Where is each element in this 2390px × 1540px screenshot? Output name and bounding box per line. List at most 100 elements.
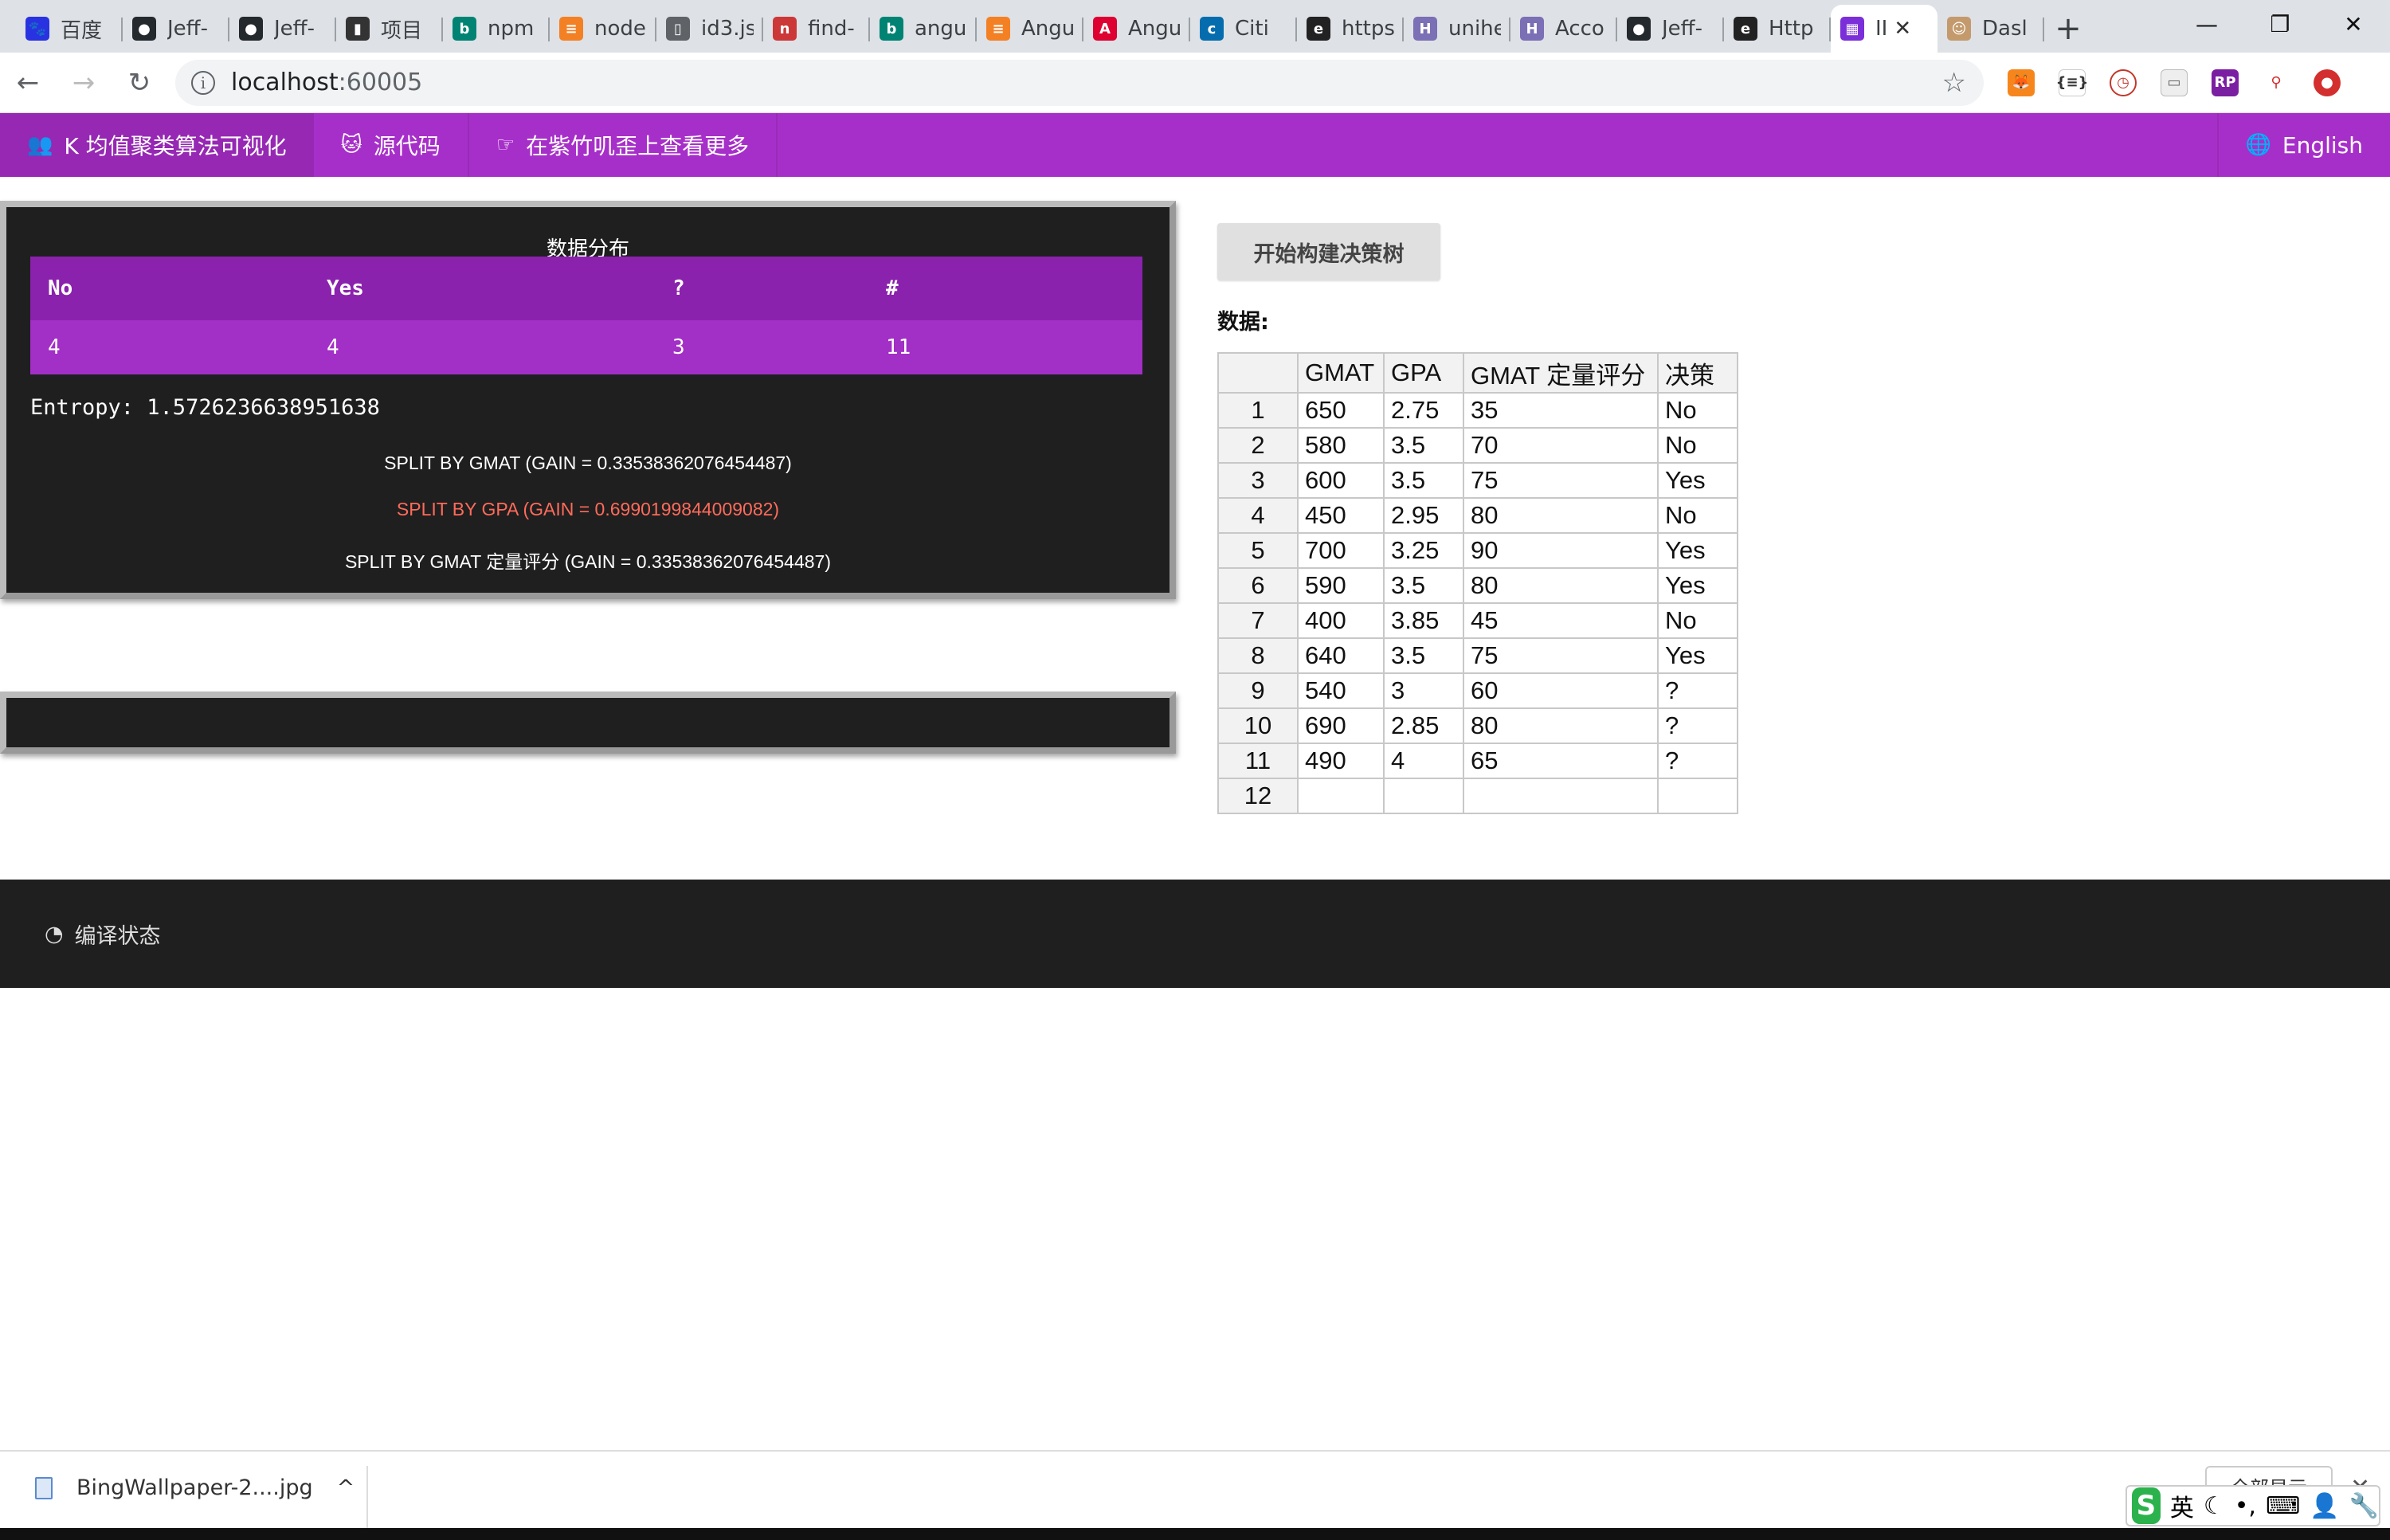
table-cell[interactable]: ? xyxy=(1657,743,1738,779)
split-gmat[interactable]: SPLIT BY GMAT (GAIN = 0.3353836207645448… xyxy=(6,453,1170,474)
reload-button[interactable]: ↻ xyxy=(112,59,167,107)
browser-tab[interactable]: b angu xyxy=(870,5,977,53)
table-cell[interactable]: 70 xyxy=(1463,427,1659,464)
ime-toolbar[interactable]: S 英 ☾ •, ⌨ 👤 🔧 xyxy=(2126,1485,2380,1526)
column-header[interactable]: 决策 xyxy=(1657,352,1738,394)
table-cell[interactable] xyxy=(1657,778,1738,814)
table-cell[interactable]: 690 xyxy=(1297,707,1385,744)
column-header[interactable] xyxy=(1217,352,1299,394)
browser-tab[interactable]: ▦ II ✕ xyxy=(1831,5,1937,53)
metamask-extension-icon[interactable]: 🦊 xyxy=(2008,69,2035,96)
table-cell[interactable]: 2.75 xyxy=(1383,392,1464,429)
table-cell[interactable]: 65 xyxy=(1463,743,1659,779)
table-cell[interactable]: 2.85 xyxy=(1383,707,1464,744)
table-cell[interactable]: 90 xyxy=(1463,532,1659,569)
clock-extension-icon[interactable]: ◷ xyxy=(2110,69,2137,96)
moon-icon[interactable]: ☾ xyxy=(2204,1492,2225,1520)
table-cell[interactable]: No xyxy=(1657,427,1738,464)
table-cell[interactable]: ? xyxy=(1657,707,1738,744)
table-cell[interactable]: 580 xyxy=(1297,427,1385,464)
punctuation-icon[interactable]: •, xyxy=(2235,1492,2256,1520)
table-cell[interactable] xyxy=(1297,778,1385,814)
table-cell[interactable]: 400 xyxy=(1297,602,1385,639)
table-cell[interactable]: Yes xyxy=(1657,637,1738,674)
ime-lang-label[interactable]: 英 xyxy=(2170,1488,2194,1523)
table-cell[interactable]: 3.5 xyxy=(1383,427,1464,464)
table-cell[interactable]: ? xyxy=(1657,672,1738,709)
table-cell[interactable]: 700 xyxy=(1297,532,1385,569)
table-cell[interactable]: No xyxy=(1657,497,1738,534)
pin-extension-icon[interactable]: ⚲ xyxy=(2263,69,2290,96)
table-cell[interactable]: 3.85 xyxy=(1383,602,1464,639)
browser-tab[interactable]: b npm xyxy=(443,5,550,53)
column-header[interactable]: GPA xyxy=(1383,352,1464,394)
split-gmat-quant[interactable]: SPLIT BY GMAT 定量评分 (GAIN = 0.33538362076… xyxy=(6,547,1170,574)
table-cell[interactable]: 3 xyxy=(1383,672,1464,709)
nav-source-link[interactable]: 🐱 源代码 xyxy=(314,113,469,177)
browser-tab[interactable]: c Citi xyxy=(1190,5,1297,53)
table-cell[interactable]: 75 xyxy=(1463,637,1659,674)
new-tab-button[interactable]: + xyxy=(2044,5,2092,53)
browser-tab[interactable]: n find- xyxy=(763,5,870,53)
bookmark-star-icon[interactable]: ☆ xyxy=(1942,67,1966,99)
wrench-icon[interactable]: 🔧 xyxy=(2349,1492,2379,1520)
table-cell[interactable]: 3.5 xyxy=(1383,637,1464,674)
table-cell[interactable]: 450 xyxy=(1297,497,1385,534)
browser-tab[interactable]: ▯ id3.js xyxy=(656,5,763,53)
restore-button[interactable]: ❐ xyxy=(2243,0,2317,48)
table-cell[interactable]: 4 xyxy=(1383,743,1464,779)
table-cell[interactable]: No xyxy=(1657,392,1738,429)
browser-tab[interactable]: A Angu xyxy=(1083,5,1190,53)
table-cell[interactable]: 640 xyxy=(1297,637,1385,674)
minimize-button[interactable]: — xyxy=(2170,0,2243,48)
column-header[interactable]: GMAT 定量评分 xyxy=(1463,352,1659,394)
table-cell[interactable] xyxy=(1383,778,1464,814)
table-cell[interactable]: 80 xyxy=(1463,567,1659,604)
browser-tab[interactable]: ● Jeff- xyxy=(123,5,229,53)
close-window-button[interactable]: ✕ xyxy=(2317,0,2390,48)
address-bar[interactable]: i localhost:60005 ☆ xyxy=(175,59,1984,106)
browser-tab[interactable]: H Acco xyxy=(1510,5,1617,53)
terminal-extension-icon[interactable]: ▭ xyxy=(2161,69,2188,96)
chevron-up-icon[interactable]: ^ xyxy=(337,1475,355,1500)
browser-tab[interactable]: e Http xyxy=(1724,5,1831,53)
table-cell[interactable]: 3.5 xyxy=(1383,462,1464,499)
table-cell[interactable]: 80 xyxy=(1463,707,1659,744)
nav-brand[interactable]: 👥 K 均值聚类算法可视化 xyxy=(0,113,314,177)
language-switch[interactable]: 🌐 English xyxy=(2216,113,2390,177)
table-cell[interactable] xyxy=(1463,778,1659,814)
site-info-icon[interactable]: i xyxy=(191,70,215,95)
table-cell[interactable]: 650 xyxy=(1297,392,1385,429)
browser-tab[interactable]: Hunihe xyxy=(1404,5,1510,53)
browser-tab[interactable]: ≡ node xyxy=(550,5,656,53)
browser-tab[interactable]: ▮ 项目 xyxy=(336,5,443,53)
table-cell[interactable]: No xyxy=(1657,602,1738,639)
table-cell[interactable]: Yes xyxy=(1657,567,1738,604)
user-icon[interactable]: 👤 xyxy=(2310,1492,2339,1520)
browser-tab[interactable]: 🐾 百度 xyxy=(16,5,123,53)
table-cell[interactable]: 80 xyxy=(1463,497,1659,534)
nav-more-link[interactable]: ☞ 在紫竹叽歪上查看更多 xyxy=(469,113,778,177)
browser-tab[interactable]: ● Jeff- xyxy=(229,5,336,53)
browser-tab[interactable]: ☺ Dasl xyxy=(1937,5,2044,53)
table-cell[interactable]: 600 xyxy=(1297,462,1385,499)
browser-tab[interactable]: ● Jeff- xyxy=(1617,5,1724,53)
json-extension-icon[interactable]: {≡} xyxy=(2056,69,2088,96)
split-gpa[interactable]: SPLIT BY GPA (GAIN = 0.6990199844009082) xyxy=(6,499,1170,520)
download-item[interactable]: BingWallpaper-2....jpg ^ xyxy=(35,1475,355,1500)
adblock-extension-icon[interactable]: ● xyxy=(2314,69,2341,96)
rp-extension-icon[interactable]: RP xyxy=(2212,69,2239,96)
keyboard-icon[interactable]: ⌨ xyxy=(2266,1492,2300,1520)
table-cell[interactable]: 35 xyxy=(1463,392,1659,429)
browser-tab[interactable]: ≡ Angu xyxy=(977,5,1083,53)
close-tab-icon[interactable]: ✕ xyxy=(1894,17,1911,41)
table-cell[interactable]: 60 xyxy=(1463,672,1659,709)
table-cell[interactable]: 490 xyxy=(1297,743,1385,779)
table-cell[interactable]: 3.5 xyxy=(1383,567,1464,604)
table-cell[interactable]: 540 xyxy=(1297,672,1385,709)
build-tree-button[interactable]: 开始构建决策树 xyxy=(1217,223,1440,280)
table-cell[interactable]: 2.95 xyxy=(1383,497,1464,534)
table-cell[interactable]: 75 xyxy=(1463,462,1659,499)
browser-tab[interactable]: e https xyxy=(1297,5,1404,53)
table-cell[interactable]: 3.25 xyxy=(1383,532,1464,569)
